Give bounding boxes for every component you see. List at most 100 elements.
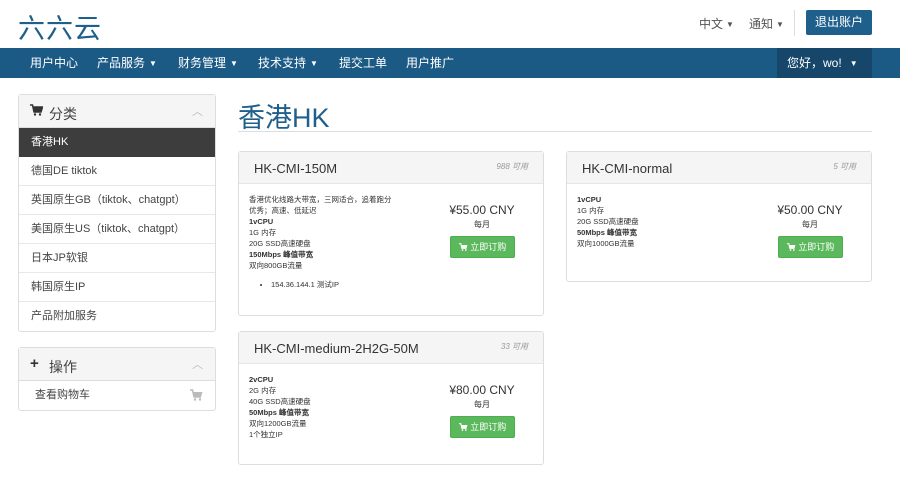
desc-line: 1个独立IP <box>249 430 283 439</box>
actions-panel-header[interactable]: + 操作 ︿ <box>19 348 215 381</box>
sidebar-item-de[interactable]: 德国DE tiktok <box>19 157 215 186</box>
product-description: 2vCPU 2G 内存 40G SSD高速硬盘 50Mbps 峰值带宽 双向12… <box>249 374 311 440</box>
nav-user-center[interactable]: 用户中心 <box>30 48 78 78</box>
nav-label: 提交工单 <box>339 56 388 70</box>
feature-item: 154.36.144.1 测试IP <box>271 279 392 290</box>
desc-line: 2G 内存 <box>249 386 277 395</box>
cart-icon <box>190 381 203 410</box>
categories-panel: 分类 ︿ 香港HK 德国DE tiktok 英国原生GB（tiktok、chat… <box>18 94 216 332</box>
desc-line: 20G SSD高速硬盘 <box>249 239 311 248</box>
desc-line: 双向1200GB流量 <box>249 419 307 428</box>
desc-line: 2vCPU <box>249 375 274 384</box>
product-card: HK-CMI-medium-2H2G-50M 33 可用 2vCPU 2G 内存… <box>238 331 544 465</box>
product-description: 1vCPU 1G 内存 20G SSD高速硬盘 50Mbps 峰值带宽 双向10… <box>577 194 639 249</box>
product-description: 香港优化线路大带宽，三网适合，追着跑分 优秀；高速、低延迟 1vCPU 1G 内… <box>249 194 392 290</box>
cart-icon <box>458 242 471 252</box>
order-label: 立即订购 <box>470 242 507 252</box>
greeting-label: 您好，wo! <box>787 56 842 70</box>
order-label: 立即订购 <box>798 242 835 252</box>
plus-icon: + <box>30 355 39 372</box>
nav-billing[interactable]: 财务管理 ▼ <box>178 48 238 78</box>
desc-line: 40G SSD高速硬盘 <box>249 397 311 406</box>
sidebar-item-addons[interactable]: 产品附加服务 <box>19 302 215 331</box>
order-now-button[interactable]: 立即订购 <box>450 416 515 438</box>
notifications-dropdown[interactable]: 通知 ▼ <box>749 15 784 32</box>
main-navbar: 用户中心 产品服务 ▼ 财务管理 ▼ 技术支持 ▼ 提交工单 用户推广 您好，wo! ▼ <box>0 48 900 78</box>
desc-line: 1vCPU <box>577 195 602 204</box>
language-label: 中文 <box>699 17 724 31</box>
desc-line: 20G SSD高速硬盘 <box>577 217 639 226</box>
billing-cycle: 每月 <box>474 220 490 229</box>
nav-label: 产品服务 <box>97 56 146 70</box>
nav-affiliates[interactable]: 用户推广 <box>406 48 454 78</box>
billing-cycle: 每月 <box>474 400 490 409</box>
desc-line: 50Mbps 峰值带宽 <box>577 228 638 237</box>
cart-icon <box>30 104 44 119</box>
order-label: 立即订购 <box>470 422 507 432</box>
product-name: HK-CMI-medium-2H2G-50M <box>254 341 419 356</box>
product-card: HK-CMI-150M 988 可用 香港优化线路大带宽，三网适合，追着跑分 优… <box>238 151 544 316</box>
nav-open-ticket[interactable]: 提交工单 <box>339 48 387 78</box>
order-now-button[interactable]: 立即订购 <box>450 236 515 258</box>
caret-down-icon: ▼ <box>310 59 318 68</box>
product-card-header: HK-CMI-medium-2H2G-50M 33 可用 <box>239 332 543 364</box>
desc-line: 1G 内存 <box>577 206 605 215</box>
product-name: HK-CMI-normal <box>582 161 673 176</box>
actions-panel: + 操作 ︿ 查看购物车 <box>18 347 216 411</box>
divider <box>794 10 795 36</box>
product-price: ¥50.00 CNY <box>777 203 843 217</box>
user-menu[interactable]: 您好，wo! ▼ <box>777 48 872 78</box>
logout-button[interactable]: 退出账户 <box>806 10 872 35</box>
desc-line: 1vCPU <box>249 217 274 226</box>
nav-label: 用户中心 <box>30 56 79 70</box>
caret-down-icon: ▼ <box>726 20 734 29</box>
sidebar-item-jp[interactable]: 日本JP软银 <box>19 244 215 273</box>
notifications-label: 通知 <box>749 17 774 31</box>
chevron-up-icon[interactable]: ︿ <box>192 103 203 119</box>
caret-down-icon: ▼ <box>230 59 238 68</box>
top-header: 六六云 中文 ▼ 通知 ▼ 退出账户 <box>0 0 900 48</box>
site-logo[interactable]: 六六云 <box>18 7 102 46</box>
view-cart-link[interactable]: 查看购物车 <box>19 381 215 410</box>
actions-title: 操作 <box>49 359 77 375</box>
feature-list: 154.36.144.1 测试IP <box>271 279 392 290</box>
desc-line: 双向800GB流量 <box>249 261 303 270</box>
desc-line: 双向1000GB流量 <box>577 239 635 248</box>
sidebar-item-hk[interactable]: 香港HK <box>19 128 215 157</box>
desc-line: 50Mbps 峰值带宽 <box>249 408 310 417</box>
sidebar-item-us[interactable]: 美国原生US（tiktok、chatgpt） <box>19 215 215 244</box>
nav-label: 财务管理 <box>178 56 227 70</box>
categories-panel-header[interactable]: 分类 ︿ <box>19 95 215 128</box>
cart-icon <box>458 422 471 432</box>
nav-support[interactable]: 技术支持 ▼ <box>258 48 318 78</box>
language-dropdown[interactable]: 中文 ▼ <box>699 15 734 32</box>
sidebar-item-gb[interactable]: 英国原生GB（tiktok、chatgpt） <box>19 186 215 215</box>
sidebar-item-kr[interactable]: 韩国原生IP <box>19 273 215 302</box>
product-price: ¥55.00 CNY <box>449 203 515 217</box>
page-title: 香港HK <box>238 103 330 133</box>
desc-line: 150Mbps 峰值带宽 <box>249 250 314 259</box>
chevron-up-icon[interactable]: ︿ <box>192 356 203 372</box>
product-availability: 33 可用 <box>500 342 528 351</box>
caret-down-icon: ▼ <box>149 59 157 68</box>
product-availability: 5 可用 <box>833 162 856 171</box>
nav-label: 技术支持 <box>258 56 307 70</box>
nav-products[interactable]: 产品服务 ▼ <box>97 48 157 78</box>
product-availability: 988 可用 <box>496 162 528 171</box>
desc-line: 1G 内存 <box>249 228 277 237</box>
nav-label: 用户推广 <box>406 56 455 70</box>
product-card-header: HK-CMI-normal 5 可用 <box>567 152 871 184</box>
billing-cycle: 每月 <box>802 220 818 229</box>
product-card: HK-CMI-normal 5 可用 1vCPU 1G 内存 20G SSD高速… <box>566 151 872 282</box>
view-cart-label: 查看购物车 <box>35 389 90 401</box>
desc-line: 香港优化线路大带宽，三网适合，追着跑分 <box>249 195 392 204</box>
order-now-button[interactable]: 立即订购 <box>778 236 843 258</box>
caret-down-icon: ▼ <box>849 59 858 68</box>
product-card-header: HK-CMI-150M 988 可用 <box>239 152 543 184</box>
caret-down-icon: ▼ <box>776 20 784 29</box>
cart-icon <box>786 242 799 252</box>
categories-title: 分类 <box>49 106 77 122</box>
product-price: ¥80.00 CNY <box>449 383 515 397</box>
desc-line: 优秀；高速、低延迟 <box>249 206 317 215</box>
product-name: HK-CMI-150M <box>254 161 338 176</box>
